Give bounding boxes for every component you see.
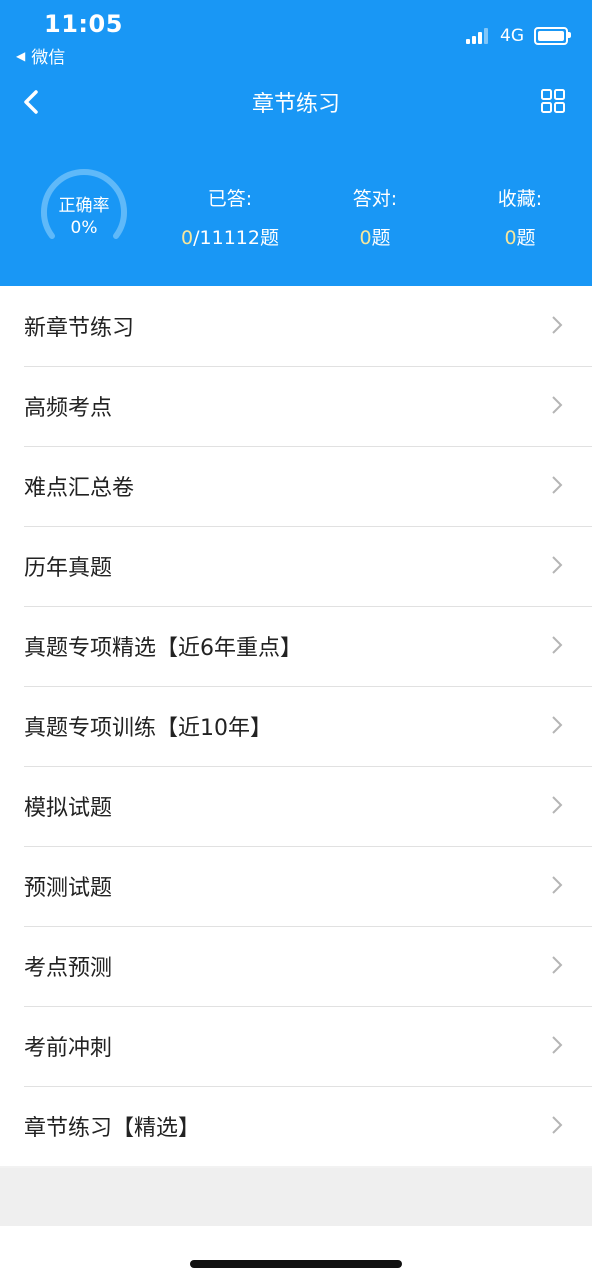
status-bar: 11:05 ◀ 微信 4G <box>0 0 592 70</box>
list-item-predicted-exam[interactable]: 预测试题 <box>0 846 592 926</box>
chevron-right-icon <box>552 316 563 334</box>
list-item-label: 章节练习【精选】 <box>24 1116 201 1141</box>
chevron-right-icon <box>552 556 563 574</box>
list-item-label: 考点预测 <box>24 956 113 981</box>
list-item-label: 历年真题 <box>24 556 113 581</box>
stats-panel: 正确率 0% 已答: 0/11112题 答对: 0题 收藏: 0题 <box>0 160 592 270</box>
battery-icon <box>534 27 571 45</box>
bottom-safe-area <box>0 1226 592 1280</box>
chevron-right-icon <box>552 1116 563 1134</box>
back-triangle-icon: ◀ <box>16 48 26 63</box>
network-type: 4G <box>500 26 524 46</box>
status-time: 11:05 <box>44 10 123 38</box>
footer-spacer <box>0 1168 592 1226</box>
chevron-right-icon <box>552 876 563 894</box>
navbar: 章节练习 <box>0 74 592 130</box>
list-item-special-training[interactable]: 真题专项训练【近10年】 <box>0 686 592 766</box>
list-item-high-frequency[interactable]: 高频考点 <box>0 366 592 446</box>
chevron-right-icon <box>552 476 563 494</box>
chevron-right-icon <box>552 1036 563 1054</box>
back-app-label: 微信 <box>31 48 66 68</box>
list-item-chapter-selected[interactable]: 章节练习【精选】 <box>0 1086 592 1166</box>
correct-value: 0题 <box>359 227 391 249</box>
list-item-final-sprint[interactable]: 考前冲刺 <box>0 1006 592 1086</box>
list-item-label: 新章节练习 <box>24 316 135 341</box>
answered-label: 已答: <box>207 188 253 210</box>
list-item-new-chapter[interactable]: 新章节练习 <box>0 286 592 366</box>
list-item-past-exams[interactable]: 历年真题 <box>0 526 592 606</box>
back-to-wechat[interactable]: ◀ 微信 <box>16 43 65 68</box>
list-item-difficult-summary[interactable]: 难点汇总卷 <box>0 446 592 526</box>
answered-stat: 已答: 0/11112题 <box>155 184 305 250</box>
chevron-right-icon <box>552 796 563 814</box>
list-item-label: 预测试题 <box>24 876 113 901</box>
list-item-label: 难点汇总卷 <box>24 476 135 501</box>
accuracy-label: 正确率 <box>58 196 110 216</box>
favorites-stat: 收藏: 0题 <box>445 184 592 250</box>
signal-icon <box>466 28 490 44</box>
list-item-special-selection[interactable]: 真题专项精选【近6年重点】 <box>0 606 592 686</box>
favorites-label: 收藏: <box>497 188 543 210</box>
list-item-label: 真题专项精选【近6年重点】 <box>24 636 302 661</box>
chevron-right-icon <box>552 956 563 974</box>
correct-label: 答对: <box>352 188 398 210</box>
chevron-right-icon <box>552 636 563 654</box>
list-item-label: 模拟试题 <box>24 796 113 821</box>
answered-value: 0/11112题 <box>181 227 279 249</box>
chapter-list: 新章节练习 高频考点 难点汇总卷 历年真题 真题专项精选【近6年重点】 真题专项… <box>0 286 592 1166</box>
chevron-right-icon <box>552 396 563 414</box>
page-title: 章节练习 <box>251 92 340 117</box>
correct-stat: 答对: 0题 <box>300 184 450 250</box>
grid-menu-icon[interactable] <box>540 88 566 114</box>
list-item-label: 考前冲刺 <box>24 1036 113 1061</box>
accuracy-value: 0% <box>70 218 98 238</box>
list-item-key-point-prediction[interactable]: 考点预测 <box>0 926 592 1006</box>
header: 11:05 ◀ 微信 4G 章节练习 正确率 0% 已答: 0/11112题 答… <box>0 0 592 286</box>
list-item-mock-exam[interactable]: 模拟试题 <box>0 766 592 846</box>
chevron-right-icon <box>552 716 563 734</box>
favorites-value: 0题 <box>504 227 536 249</box>
list-item-label: 高频考点 <box>24 396 113 421</box>
status-indicators: 4G <box>466 26 571 46</box>
list-item-label: 真题专项训练【近10年】 <box>24 716 272 741</box>
home-indicator[interactable] <box>190 1260 402 1268</box>
